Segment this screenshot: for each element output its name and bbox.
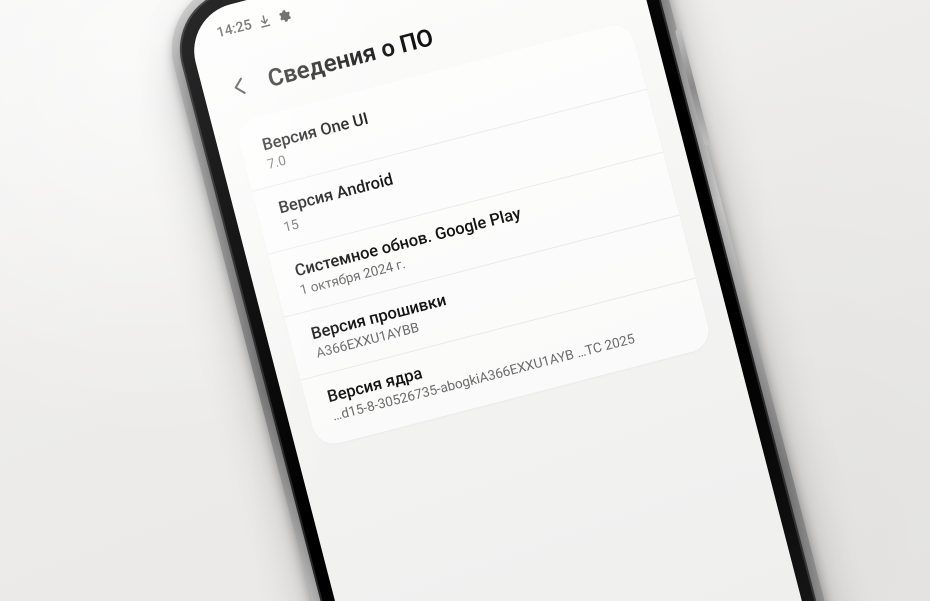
phone: 14:25 xyxy=(48,0,882,601)
back-icon[interactable] xyxy=(227,73,254,100)
phone-frame: 14:25 xyxy=(167,0,882,601)
status-time: 14:25 xyxy=(215,16,253,40)
power-button[interactable] xyxy=(675,28,711,146)
gear-icon xyxy=(275,7,292,24)
download-icon xyxy=(258,14,271,28)
page-content: Сведения о ПО Версия One UI 7.0 Версия A… xyxy=(196,0,864,601)
phone-screen: 14:25 xyxy=(184,0,865,601)
photo-scene: 14:25 xyxy=(0,0,930,601)
